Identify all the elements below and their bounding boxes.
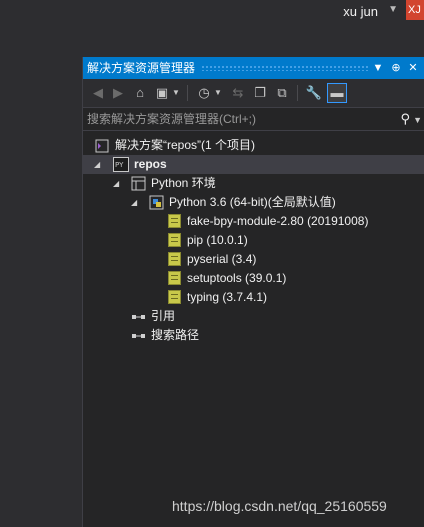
close-icon[interactable]: ✕	[405, 57, 421, 79]
tree-item-references[interactable]: 引用	[83, 307, 424, 326]
forward-icon[interactable]: ▶	[109, 84, 127, 102]
tree-item-python-env[interactable]: ◢ Python 环境	[83, 174, 424, 193]
package-label: fake-bpy-module-2.80 (20191008)	[187, 214, 369, 228]
user-dropdown-icon[interactable]: ▼	[388, 4, 398, 15]
references-icon	[131, 309, 146, 324]
search-box[interactable]: 搜索解决方案资源管理器(Ctrl+;) ⚲ ▼	[83, 108, 424, 131]
tree-item-project[interactable]: ◢ PY repos	[83, 155, 424, 174]
toolbar-separator	[297, 85, 298, 101]
solution-explorer-panel: 解决方案资源管理器 ▼ ⊕ ✕ ◀ ▶ ⌂ ▣ ▼ ◷ ▼ ⇆ ❐ ⧉ 🔧 ▬ …	[82, 57, 424, 527]
user-avatar[interactable]: XJ	[406, 0, 424, 20]
interpreter-label: Python 3.6 (64-bit)(全局默认值)	[169, 195, 336, 209]
window-position-dropdown-icon[interactable]: ▼	[370, 57, 386, 79]
title-grip	[201, 65, 368, 71]
expanded-arrow-icon[interactable]: ◢	[94, 155, 100, 174]
back-icon[interactable]: ◀	[89, 84, 107, 102]
project-label: repos	[134, 157, 167, 171]
tree-item-package[interactable]: fake-bpy-module-2.80 (20191008)	[83, 212, 424, 231]
tree-item-interpreter[interactable]: ◢ Python 3.6 (64-bit)(全局默认值)	[83, 193, 424, 212]
search-paths-icon	[131, 328, 146, 343]
editor-area	[0, 56, 82, 527]
package-label: typing (3.7.4.1)	[187, 290, 268, 304]
user-name[interactable]: xu jun	[343, 4, 378, 19]
solution-icon	[95, 139, 110, 154]
package-label: setuptools (39.0.1)	[187, 271, 287, 285]
expanded-arrow-icon[interactable]: ◢	[131, 193, 137, 212]
pending-changes-filter-icon[interactable]: ◷	[195, 84, 213, 102]
references-label: 引用	[151, 309, 176, 323]
package-icon	[168, 252, 181, 266]
package-icon	[168, 233, 181, 247]
package-icon	[168, 214, 181, 228]
package-icon	[168, 271, 181, 285]
preview-selected-items-icon[interactable]: ▬	[327, 83, 347, 103]
expanded-arrow-icon[interactable]: ◢	[113, 174, 119, 193]
search-paths-label: 搜索路径	[151, 328, 200, 342]
search-options-dropdown-icon[interactable]: ▼	[413, 109, 422, 131]
tree-item-solution[interactable]: 解决方案“repos”(1 个项目)	[83, 136, 424, 155]
svg-text:PY: PY	[115, 161, 124, 169]
tree-item-package[interactable]: setuptools (39.0.1)	[83, 269, 424, 288]
tree-item-package[interactable]: pip (10.0.1)	[83, 231, 424, 250]
python-interpreter-icon	[149, 195, 164, 210]
package-icon	[168, 290, 181, 304]
tree-item-search-paths[interactable]: 搜索路径	[83, 326, 424, 345]
solution-label: 解决方案“repos”(1 个项目)	[115, 138, 256, 152]
switch-views-icon[interactable]: ▣	[153, 84, 171, 102]
pin-icon[interactable]: ⊕	[388, 57, 404, 79]
toolbar-separator	[187, 85, 188, 101]
show-all-files-icon[interactable]: ⧉	[273, 84, 291, 102]
package-label: pip (10.0.1)	[187, 233, 248, 247]
search-input[interactable]: 搜索解决方案资源管理器(Ctrl+;)	[87, 112, 256, 126]
filter-dropdown-icon[interactable]: ▼	[213, 84, 223, 102]
package-label: pyserial (3.4)	[187, 252, 257, 266]
switch-views-dropdown-icon[interactable]: ▼	[171, 84, 181, 102]
panel-title-bar[interactable]: 解决方案资源管理器 ▼ ⊕ ✕	[83, 57, 424, 79]
collapse-all-icon[interactable]: ❐	[251, 84, 269, 102]
python-project-icon: PY	[113, 157, 129, 172]
python-env-label: Python 环境	[151, 176, 216, 190]
properties-wrench-icon[interactable]: 🔧	[305, 84, 323, 102]
sync-active-document-icon[interactable]: ⇆	[229, 84, 247, 102]
environments-folder-icon	[131, 176, 146, 191]
top-bar: xu jun ▼ XJ	[0, 0, 424, 26]
search-icon[interactable]: ⚲	[400, 108, 410, 130]
watermark-text: https://blog.csdn.net/qq_25160559	[172, 498, 387, 514]
panel-toolbar: ◀ ▶ ⌂ ▣ ▼ ◷ ▼ ⇆ ❐ ⧉ 🔧 ▬	[83, 79, 424, 108]
tree-item-package[interactable]: typing (3.7.4.1)	[83, 288, 424, 307]
tree-item-package[interactable]: pyserial (3.4)	[83, 250, 424, 269]
panel-title: 解决方案资源管理器	[87, 61, 196, 75]
home-icon[interactable]: ⌂	[131, 84, 149, 102]
